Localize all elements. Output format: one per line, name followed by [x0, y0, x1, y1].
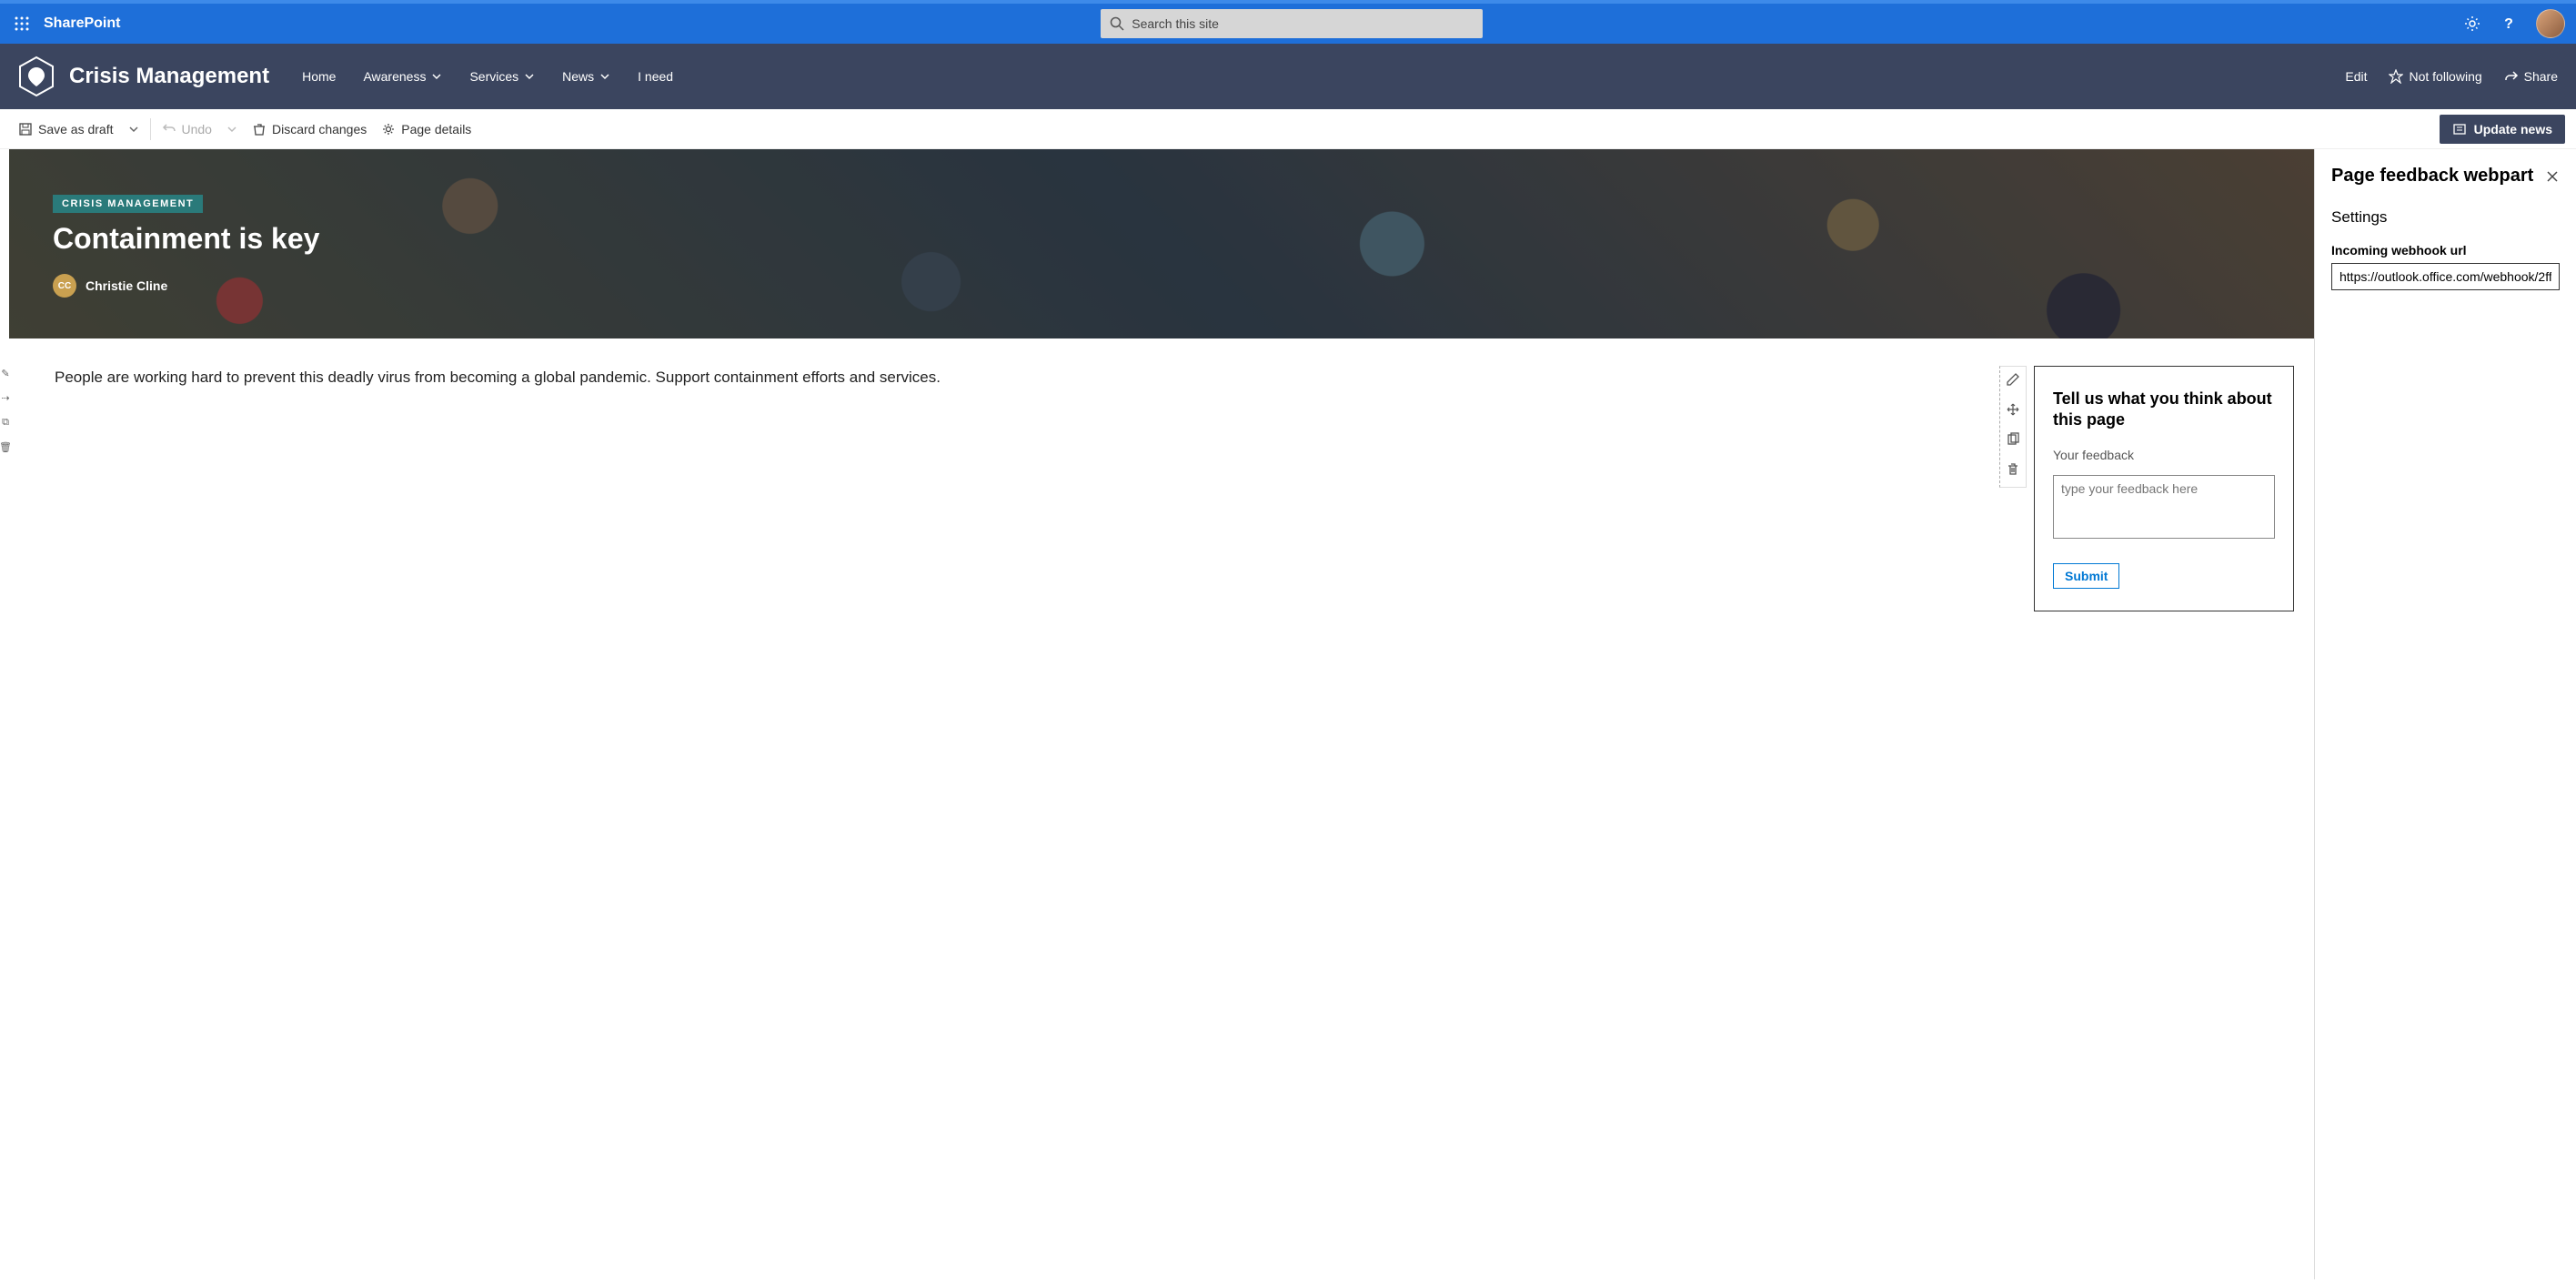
star-icon	[2389, 69, 2403, 84]
pane-title: Page feedback webpart	[2331, 166, 2533, 187]
search-input[interactable]: Search this site	[1101, 9, 1483, 38]
chevron-down-icon	[226, 124, 237, 135]
duplicate-webpart-icon[interactable]	[2006, 432, 2020, 451]
edit-section-icon[interactable]: ✎	[1, 368, 9, 379]
site-title[interactable]: Crisis Management	[69, 64, 269, 89]
share-button[interactable]: Share	[2504, 69, 2558, 84]
chevron-down-icon	[431, 71, 442, 82]
submit-button[interactable]: Submit	[2053, 563, 2119, 589]
chevron-down-icon	[128, 124, 139, 135]
webhook-input[interactable]	[2331, 263, 2560, 290]
discard-button[interactable]: Discard changes	[245, 122, 374, 136]
save-draft-dropdown[interactable]	[121, 124, 146, 135]
site-logo-icon[interactable]	[18, 56, 55, 97]
close-icon[interactable]	[2545, 166, 2560, 188]
move-section-icon[interactable]: ⇢	[1, 392, 9, 404]
search-placeholder: Search this site	[1132, 16, 1219, 31]
webhook-label: Incoming webhook url	[2331, 243, 2560, 258]
canvas-rail: ✎ ⇢ ⧉ 🗑	[0, 368, 11, 453]
app-launcher-icon[interactable]	[11, 13, 33, 35]
pane-settings-heading: Settings	[2331, 208, 2560, 227]
save-icon	[18, 122, 33, 136]
body-text[interactable]: People are working hard to prevent this …	[55, 366, 1992, 611]
author-name: Christie Cline	[86, 278, 167, 293]
feedback-title: Tell us what you think about this page	[2053, 389, 2275, 431]
edit-button[interactable]: Edit	[2345, 69, 2367, 84]
nav-ineed[interactable]: I need	[638, 69, 673, 84]
svg-text:?: ?	[2504, 16, 2513, 32]
nav-awareness[interactable]: Awareness	[363, 69, 442, 84]
feedback-textarea[interactable]	[2053, 475, 2275, 539]
undo-icon	[162, 122, 176, 136]
webpart-toolbar	[1999, 366, 2027, 488]
discard-icon	[252, 122, 267, 136]
settings-icon[interactable]	[2463, 15, 2481, 33]
nav-home[interactable]: Home	[302, 69, 336, 84]
news-icon	[2452, 122, 2467, 136]
gear-icon	[381, 122, 396, 136]
update-news-button[interactable]: Update news	[2440, 115, 2565, 144]
undo-dropdown[interactable]	[219, 124, 245, 135]
nav-news[interactable]: News	[562, 69, 610, 84]
user-avatar[interactable]	[2536, 9, 2565, 38]
page-title[interactable]: Containment is key	[53, 222, 2270, 256]
chevron-down-icon	[524, 71, 535, 82]
share-icon	[2504, 69, 2519, 84]
undo-button[interactable]: Undo	[155, 122, 219, 136]
search-icon	[1110, 16, 1124, 31]
delete-section-icon[interactable]: 🗑	[0, 441, 12, 453]
feedback-webpart[interactable]: Tell us what you think about this page Y…	[2034, 366, 2294, 611]
move-webpart-icon[interactable]	[2006, 402, 2020, 421]
delete-webpart-icon[interactable]	[2006, 462, 2020, 481]
duplicate-section-icon[interactable]: ⧉	[2, 417, 9, 429]
author-avatar: CC	[53, 274, 76, 298]
property-pane: Page feedback webpart Settings Incoming …	[2314, 149, 2576, 1279]
page-details-button[interactable]: Page details	[374, 122, 478, 136]
hero-banner: CRISIS MANAGEMENT Containment is key CC …	[9, 149, 2314, 338]
feedback-label: Your feedback	[2053, 448, 2275, 462]
follow-button[interactable]: Not following	[2389, 69, 2481, 84]
brand-label[interactable]: SharePoint	[44, 15, 120, 32]
chevron-down-icon	[599, 71, 610, 82]
edit-webpart-icon[interactable]	[2006, 372, 2020, 391]
save-draft-button[interactable]: Save as draft	[11, 122, 121, 136]
hero-category-tag: CRISIS MANAGEMENT	[53, 195, 203, 213]
nav-services[interactable]: Services	[469, 69, 535, 84]
help-icon[interactable]: ?	[2500, 15, 2518, 33]
author-row[interactable]: CC Christie Cline	[53, 274, 2270, 298]
